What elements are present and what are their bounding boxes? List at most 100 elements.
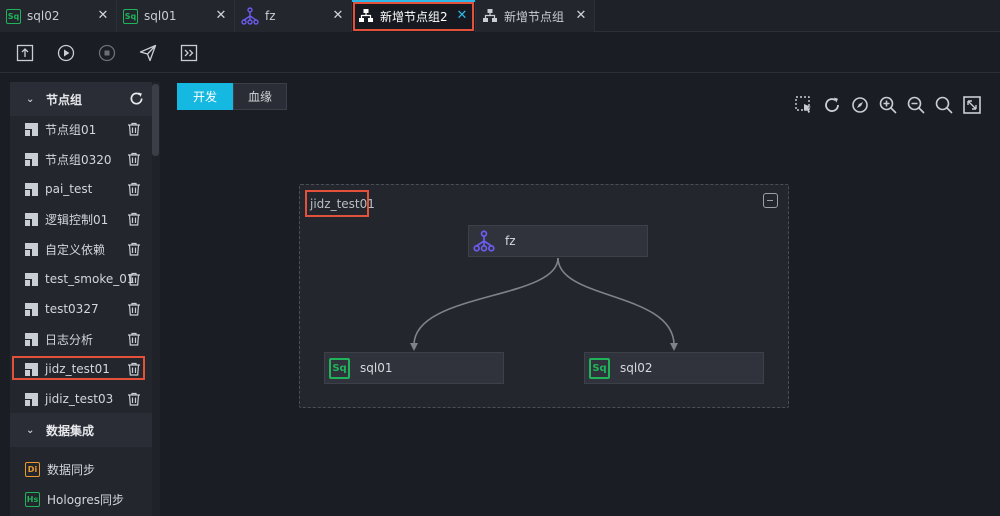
close-icon[interactable]: ✕ — [455, 8, 469, 23]
group-title: jidz_test01 — [305, 190, 375, 217]
close-icon[interactable]: ✕ — [574, 8, 588, 23]
trash-icon[interactable] — [127, 332, 141, 346]
group-icon — [25, 152, 38, 166]
sidebar-scrollbar[interactable] — [152, 84, 159, 156]
collapse-icon[interactable] — [763, 193, 778, 208]
run-button[interactable] — [56, 43, 76, 63]
group-icon — [25, 332, 38, 346]
list-item[interactable]: 自定义依赖 — [10, 234, 152, 264]
lineage-view-button[interactable]: 血缘 — [233, 83, 287, 110]
item-label: 日志分析 — [45, 332, 94, 347]
list-item[interactable]: 节点组01 — [10, 114, 152, 144]
tab-new-node-group[interactable]: 新增节点组 ✕ — [476, 0, 595, 32]
hologres-icon: Hs — [25, 491, 40, 507]
center-icon[interactable] — [850, 95, 870, 115]
sql-icon: Sq — [329, 357, 350, 379]
item-label: 自定义依赖 — [45, 242, 106, 257]
trash-icon[interactable] — [127, 212, 141, 226]
section-title: 节点组 — [46, 92, 83, 107]
trash-icon[interactable] — [127, 272, 141, 286]
list-item[interactable]: test_smoke_01 — [10, 264, 152, 294]
tab-fz[interactable]: fz ✕ — [235, 0, 352, 32]
branch-icon — [241, 7, 259, 25]
branch-icon — [473, 230, 495, 252]
zoom-in-icon[interactable] — [878, 95, 898, 115]
item-label: Hologres同步 — [47, 492, 124, 507]
group-icon — [25, 242, 38, 256]
trash-icon[interactable] — [127, 152, 141, 166]
section-title: 数据集成 — [46, 423, 95, 438]
list-item-data-sync[interactable]: Di 数据同步 — [10, 454, 152, 484]
trash-icon[interactable] — [127, 362, 141, 376]
item-label: test_smoke_01 — [45, 272, 135, 286]
trash-icon[interactable] — [127, 122, 141, 136]
list-item[interactable]: 逻辑控制01 — [10, 204, 152, 234]
list-item[interactable]: test0327 — [10, 294, 152, 324]
close-icon[interactable]: ✕ — [331, 8, 345, 23]
group-icon — [25, 122, 38, 136]
node-fz[interactable]: fz — [468, 225, 648, 257]
sidebar: ⌄ 节点组 节点组01 节点组0320 pai_test 逻辑控制01 自定义依… — [10, 82, 152, 516]
list-item[interactable]: jidz_test01 — [10, 354, 152, 384]
trash-icon[interactable] — [127, 182, 141, 196]
zoom-out-icon[interactable] — [906, 95, 926, 115]
close-icon[interactable]: ✕ — [214, 8, 228, 23]
search-icon[interactable] — [934, 95, 954, 115]
sql-icon: Sq — [589, 357, 610, 379]
refresh-icon[interactable] — [129, 91, 144, 106]
sql-icon: Sq — [6, 8, 21, 24]
node-label: sql01 — [360, 361, 393, 375]
item-label: 数据同步 — [47, 462, 96, 477]
tab-new-node-group-2[interactable]: 新增节点组2 ✕ — [352, 0, 476, 32]
ops-button[interactable] — [179, 43, 199, 63]
ops-icon — [180, 44, 198, 62]
group-icon — [25, 182, 38, 196]
list-item[interactable]: 节点组0320 — [10, 144, 152, 174]
group-icon — [25, 272, 38, 286]
publish-icon — [139, 44, 157, 62]
item-label: 节点组0320 — [45, 152, 112, 167]
item-label: jidiz_test03 — [45, 392, 114, 406]
group-icon — [25, 362, 38, 376]
item-label: pai_test — [45, 182, 93, 196]
tab-sql01[interactable]: Sq sql01 ✕ — [117, 0, 235, 32]
node-sql01[interactable]: Sq sql01 — [324, 352, 504, 384]
canvas-toolbar — [794, 95, 984, 115]
tab-bar: Sq sql02 ✕ Sq sql01 ✕ fz ✕ 新增节点组2 ✕ 新增节点… — [0, 0, 1000, 32]
tab-label: 新增节点组 — [504, 9, 565, 24]
fullscreen-icon[interactable] — [962, 95, 982, 115]
node-label: fz — [505, 234, 516, 248]
node-sql02[interactable]: Sq sql02 — [584, 352, 764, 384]
item-label: 逻辑控制01 — [45, 212, 109, 227]
group-icon — [25, 302, 38, 316]
stop-button[interactable] — [97, 43, 117, 63]
tab-sql02[interactable]: Sq sql02 ✕ — [0, 0, 117, 32]
data-integration-section-header[interactable]: ⌄ 数据集成 — [10, 413, 152, 447]
group-icon — [25, 212, 38, 226]
chevron-down-icon: ⌄ — [26, 93, 35, 105]
trash-icon[interactable] — [127, 302, 141, 316]
box-select-icon[interactable] — [794, 95, 814, 115]
list-item[interactable]: jidiz_test03 — [10, 384, 152, 414]
node-group-icon — [483, 9, 497, 22]
node-group-section-header[interactable]: ⌄ 节点组 — [10, 82, 152, 116]
group-icon — [25, 392, 38, 406]
active-tab-indicator — [352, 0, 475, 2]
submit-icon — [16, 44, 34, 62]
item-label: test0327 — [45, 302, 99, 316]
sql-icon: Sq — [123, 8, 138, 24]
close-icon[interactable]: ✕ — [96, 8, 110, 23]
refresh-icon[interactable] — [822, 95, 842, 115]
trash-icon[interactable] — [127, 242, 141, 256]
submit-button[interactable] — [15, 43, 35, 63]
list-item[interactable]: pai_test — [10, 174, 152, 204]
dev-view-button[interactable]: 开发 — [177, 83, 233, 110]
stop-icon — [98, 44, 116, 62]
list-item[interactable]: 日志分析 — [10, 324, 152, 354]
list-item-hologres-sync[interactable]: Hs Hologres同步 — [10, 484, 152, 514]
node-label: sql02 — [620, 361, 653, 375]
publish-button[interactable] — [138, 43, 158, 63]
node-group-icon — [359, 9, 373, 22]
trash-icon[interactable] — [127, 392, 141, 406]
data-integration-icon: Di — [25, 461, 40, 477]
